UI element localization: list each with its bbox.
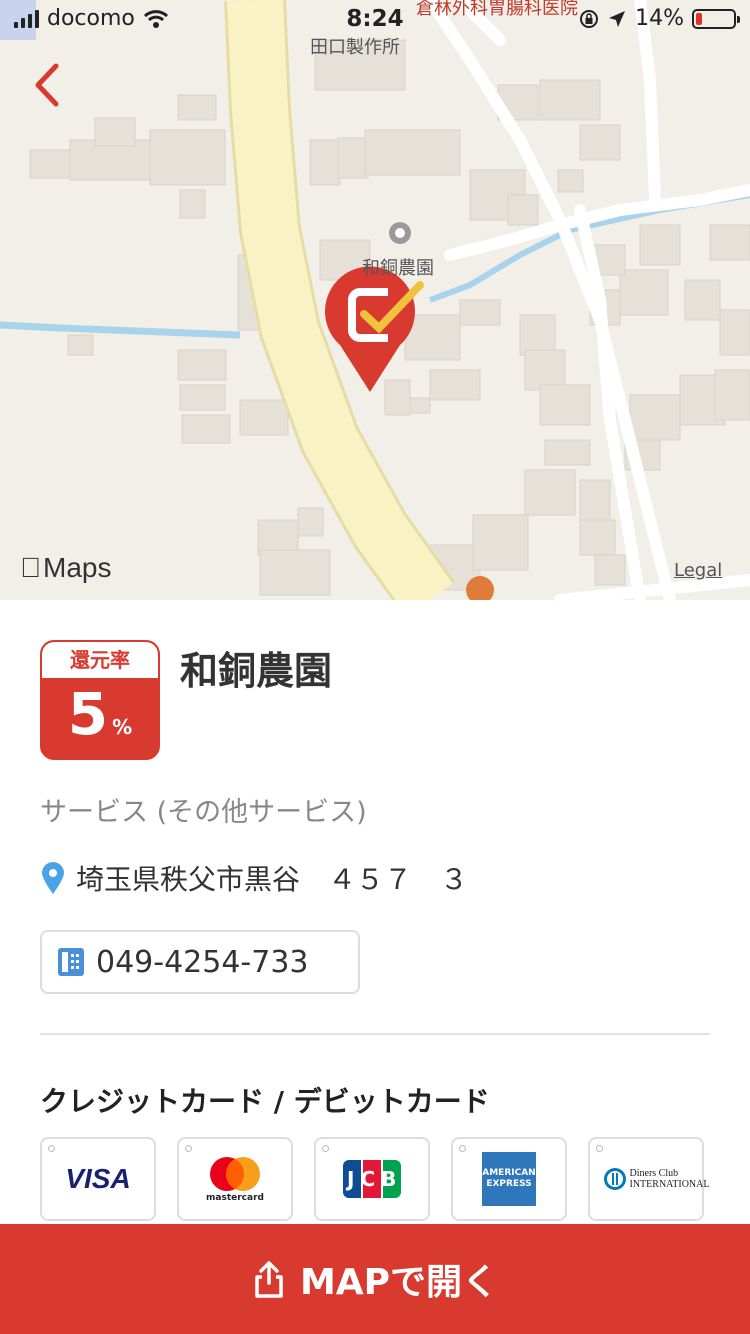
battery-icon <box>692 8 740 29</box>
apple-logo-icon:  <box>20 552 41 584</box>
location-arrow-icon <box>609 10 626 27</box>
map-base <box>0 0 750 600</box>
status-bar: docomo 8:24 14% <box>0 0 750 40</box>
divider <box>40 1033 710 1035</box>
mastercard-label: mastercard <box>206 1193 264 1203</box>
store-detail-screen: 倉林外科胃腸科医院 田口製作所 和銅農園  Maps Legal docomo <box>0 0 750 1334</box>
location-pin-icon <box>42 862 64 894</box>
diners-label: Diners Club INTERNATIONAL <box>629 1168 710 1190</box>
amex-logo: AMERICAN EXPRESS <box>482 1152 536 1206</box>
store-address: 埼玉県秩父市黒谷 ４５７ ３ <box>40 858 468 898</box>
card-jcb: JCB <box>314 1137 430 1221</box>
chevron-left-icon <box>35 63 59 107</box>
phone-icon <box>58 948 84 976</box>
open-map-label: MAPで開く <box>299 1262 499 1303</box>
payment-section-title: クレジットカード / デビットカード <box>40 1085 490 1118</box>
rebate-rate-badge: 還元率 5% <box>40 640 160 760</box>
share-icon <box>255 1261 283 1298</box>
store-name: 和銅農園 <box>180 649 333 693</box>
apple-maps-attribution:  Maps <box>20 552 111 584</box>
rebate-rate-label: 還元率 <box>42 642 158 678</box>
jcb-label: JCB <box>347 1167 403 1191</box>
card-amex: AMERICAN EXPRESS <box>451 1137 567 1221</box>
diners-logo-icon <box>603 1168 626 1190</box>
address-text: 埼玉県秩父市黒谷 ４５７ ３ <box>76 863 469 896</box>
rebate-rate-value: 5 <box>67 680 109 748</box>
back-button[interactable] <box>28 60 68 110</box>
map-label-store: 和銅農園 <box>362 258 434 279</box>
rebate-rate-unit: % <box>112 715 133 739</box>
card-mastercard: mastercard <box>177 1137 293 1221</box>
open-map-button[interactable]: MAPで開く <box>0 1224 750 1334</box>
card-visa: VISA <box>40 1137 156 1221</box>
card-diners: Diners Club INTERNATIONAL <box>588 1137 710 1221</box>
phone-button[interactable]: 049-4254-733 <box>40 930 360 994</box>
store-pin-icon <box>325 266 424 392</box>
orientation-lock-icon <box>580 9 599 28</box>
map-view[interactable]: 倉林外科胃腸科医院 田口製作所 和銅農園  Maps Legal <box>0 0 750 600</box>
payment-card-list: VISA mastercard JCB AMERICAN EXPRESS Din… <box>40 1137 710 1221</box>
legal-link[interactable]: Legal <box>674 560 722 581</box>
mastercard-logo-icon <box>210 1157 260 1191</box>
visa-logo: VISA <box>65 1163 131 1194</box>
store-category: サービス (その他サービス) <box>40 797 367 828</box>
phone-number: 049-4254-733 <box>96 944 309 980</box>
battery-percent: 14% <box>635 6 684 31</box>
